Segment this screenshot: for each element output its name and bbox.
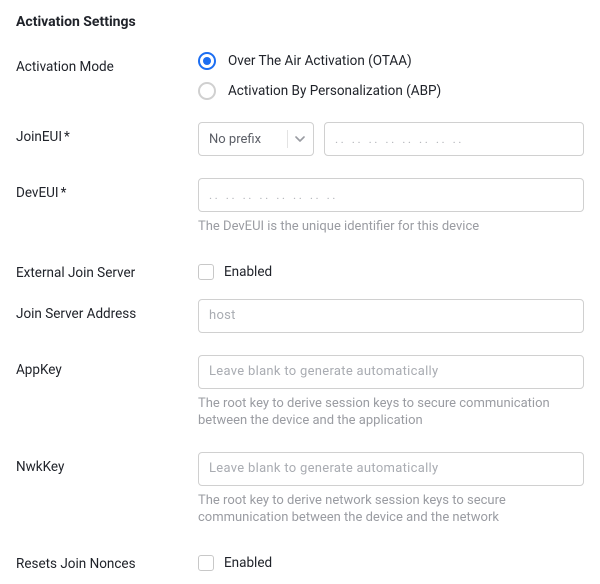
chevron-down-icon: [295, 134, 305, 144]
dev-eui-input[interactable]: [198, 178, 584, 212]
radio-otaa-label: Over The Air Activation (OTAA): [228, 53, 412, 69]
label-dev-eui-text: DevEUI: [16, 185, 59, 201]
row-join-eui: JoinEUI* No prefix: [16, 122, 584, 156]
row-nwk-key: NwkKey The root key to derive network se…: [16, 452, 584, 527]
label-resets-join-nonces: Resets Join Nonces: [16, 549, 198, 572]
join-eui-input[interactable]: [324, 122, 584, 156]
section-title: Activation Settings: [16, 14, 584, 30]
row-join-server-address: Join Server Address: [16, 299, 584, 333]
row-resets-join-nonces: Resets Join Nonces Enabled: [16, 549, 584, 572]
activation-mode-radio-group: Over The Air Activation (OTAA) Activatio…: [198, 52, 584, 100]
dev-eui-help: The DevEUI is the unique identifier for …: [198, 218, 584, 236]
radio-circle-icon: [198, 52, 216, 70]
app-key-help: The root key to derive session keys to s…: [198, 395, 584, 430]
radio-abp[interactable]: Activation By Personalization (ABP): [198, 82, 584, 100]
row-activation-mode: Activation Mode Over The Air Activation …: [16, 52, 584, 100]
label-app-key: AppKey: [16, 355, 198, 378]
radio-otaa[interactable]: Over The Air Activation (OTAA): [198, 52, 584, 70]
checkbox-icon: [198, 264, 214, 280]
label-activation-mode: Activation Mode: [16, 52, 198, 75]
label-join-server-address: Join Server Address: [16, 299, 198, 322]
join-eui-prefix-select[interactable]: No prefix: [198, 122, 314, 156]
label-dev-eui: DevEUI*: [16, 178, 198, 201]
label-external-join-server: External Join Server: [16, 258, 198, 281]
nwk-key-input[interactable]: [198, 452, 584, 486]
checkbox-label: Enabled: [224, 555, 272, 571]
checkbox-icon: [198, 555, 214, 571]
nwk-key-help: The root key to derive network session k…: [198, 492, 584, 527]
checkbox-label: Enabled: [224, 264, 272, 280]
join-server-address-input[interactable]: [198, 299, 584, 333]
label-join-eui: JoinEUI*: [16, 122, 198, 145]
resets-join-nonces-checkbox[interactable]: Enabled: [198, 549, 584, 571]
external-join-server-checkbox[interactable]: Enabled: [198, 258, 584, 280]
select-divider: [287, 130, 288, 148]
label-join-eui-text: JoinEUI: [16, 129, 62, 145]
radio-abp-label: Activation By Personalization (ABP): [228, 83, 441, 99]
required-marker: *: [61, 185, 67, 201]
row-external-join-server: External Join Server Enabled: [16, 258, 584, 281]
required-marker: *: [64, 129, 70, 145]
radio-circle-icon: [198, 82, 216, 100]
row-app-key: AppKey The root key to derive session ke…: [16, 355, 584, 430]
radio-dot-icon: [203, 57, 211, 65]
select-value: No prefix: [209, 132, 283, 147]
label-nwk-key: NwkKey: [16, 452, 198, 475]
app-key-input[interactable]: [198, 355, 584, 389]
row-dev-eui: DevEUI* The DevEUI is the unique identif…: [16, 178, 584, 236]
